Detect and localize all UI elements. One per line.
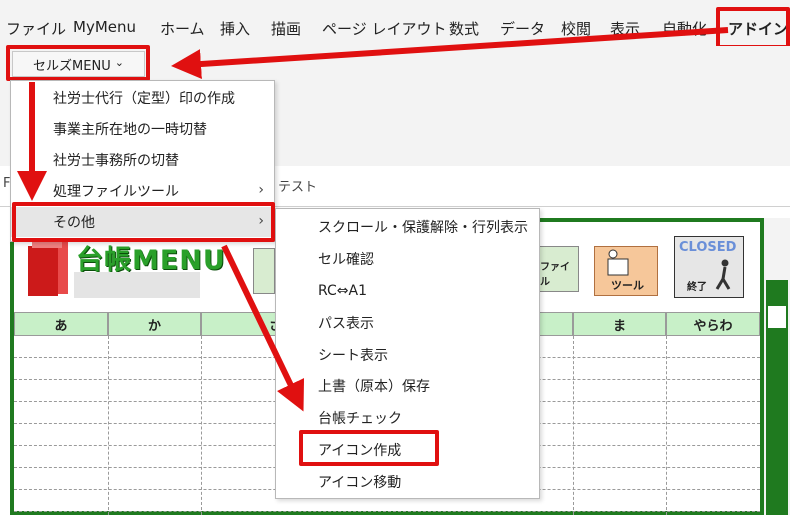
menu-item-address-switch[interactable]: 事業主所在地の一時切替 [11, 114, 274, 144]
tab-automate[interactable]: 自動化 [662, 18, 707, 39]
submenu-item-icon-move[interactable]: アイコン移動 [276, 467, 539, 497]
tab-file[interactable]: ファイル [6, 18, 66, 39]
menu-item-office-switch[interactable]: 社労士事務所の切替 [11, 145, 274, 175]
tab-insert[interactable]: 挿入 [220, 18, 250, 39]
submenu-item-rc-a1[interactable]: RC⇔A1 [276, 276, 539, 306]
tool-figure-icon [607, 249, 629, 276]
tab-data[interactable]: データ [500, 18, 545, 39]
tab-view[interactable]: 表示 [610, 18, 640, 39]
menu-tile-partial[interactable] [253, 248, 275, 294]
closed-exit-button[interactable]: CLOSED 終了 [674, 236, 744, 298]
chevron-right-icon: › [258, 182, 264, 198]
ledger-book-icon [28, 242, 68, 296]
highlight-menu-other [12, 202, 275, 242]
menu-item-stamp-create[interactable]: 社労士代行（定型）印の作成 [11, 83, 274, 113]
submenu-item-scroll-unprotect[interactable]: スクロール・保護解除・行列表示 [276, 212, 539, 242]
submenu-item-path-display[interactable]: パス表示 [276, 308, 539, 338]
submenu-item-sheet-display[interactable]: シート表示 [276, 340, 539, 370]
right-panel-cell[interactable] [768, 306, 786, 328]
grid-divider [201, 336, 202, 515]
tab-review[interactable]: 校閲 [561, 18, 591, 39]
submenu-item-ledger-check[interactable]: 台帳チェック [276, 403, 539, 433]
menu-item-label: アイコン移動 [318, 475, 402, 491]
menu-item-label: パス表示 [318, 316, 374, 332]
submenu-item-cell-check[interactable]: セル確認 [276, 244, 539, 274]
menu-item-label: セル確認 [318, 252, 374, 268]
col-a[interactable]: あ [14, 312, 108, 336]
tab-mymenu[interactable]: MyMenu [73, 18, 136, 36]
closed-label: CLOSED [679, 240, 737, 255]
grid-divider [108, 336, 109, 515]
menu-item-label: 台帳チェック [318, 411, 402, 427]
col-ma[interactable]: ま [573, 312, 666, 336]
file-tool-button[interactable]: ファイル [537, 246, 579, 292]
tab-home[interactable]: ホーム [160, 18, 205, 39]
tab-formulas[interactable]: 数式 [449, 18, 479, 39]
menu-item-label: RC⇔A1 [318, 283, 368, 299]
menu-item-label: 社労士事務所の切替 [53, 153, 179, 169]
tab-draw[interactable]: 描画 [271, 18, 301, 39]
menu-item-label: シート表示 [318, 348, 388, 364]
file-tool-label: ファイル [540, 262, 570, 288]
exit-label: 終了 [687, 282, 707, 293]
menu-item-label: 事業主所在地の一時切替 [53, 122, 207, 138]
menu-item-label: 社労士代行（定型）印の作成 [53, 91, 235, 107]
grid-divider [573, 336, 574, 515]
grid-divider [666, 336, 667, 515]
tool-label: ツール [611, 279, 644, 292]
menu-item-label: 上書（原本）保存 [318, 379, 430, 395]
ribbon-tab-bar: ファイル MyMenu ホーム 挿入 描画 ページ レイアウト 数式 データ 校… [0, 0, 790, 46]
highlight-icon-create [299, 430, 439, 466]
submenu-item-overwrite-save[interactable]: 上書（原本）保存 [276, 371, 539, 401]
col-ka[interactable]: か [108, 312, 201, 336]
col-yarawa[interactable]: やらわ [666, 312, 760, 336]
menu-item-label: 処理ファイルツール [53, 184, 179, 200]
tab-page-layout[interactable]: ページ レイアウト [322, 18, 446, 39]
tool-button[interactable]: ツール [594, 246, 658, 296]
banner-subtitle-blurred [74, 272, 200, 298]
menu-item-label: スクロール・保護解除・行列表示 [318, 220, 528, 236]
highlight-tab-addins [716, 7, 790, 49]
highlight-selz-menu [6, 45, 150, 81]
walking-person-icon [715, 259, 731, 290]
formula-text-fragment: テスト [278, 180, 318, 195]
